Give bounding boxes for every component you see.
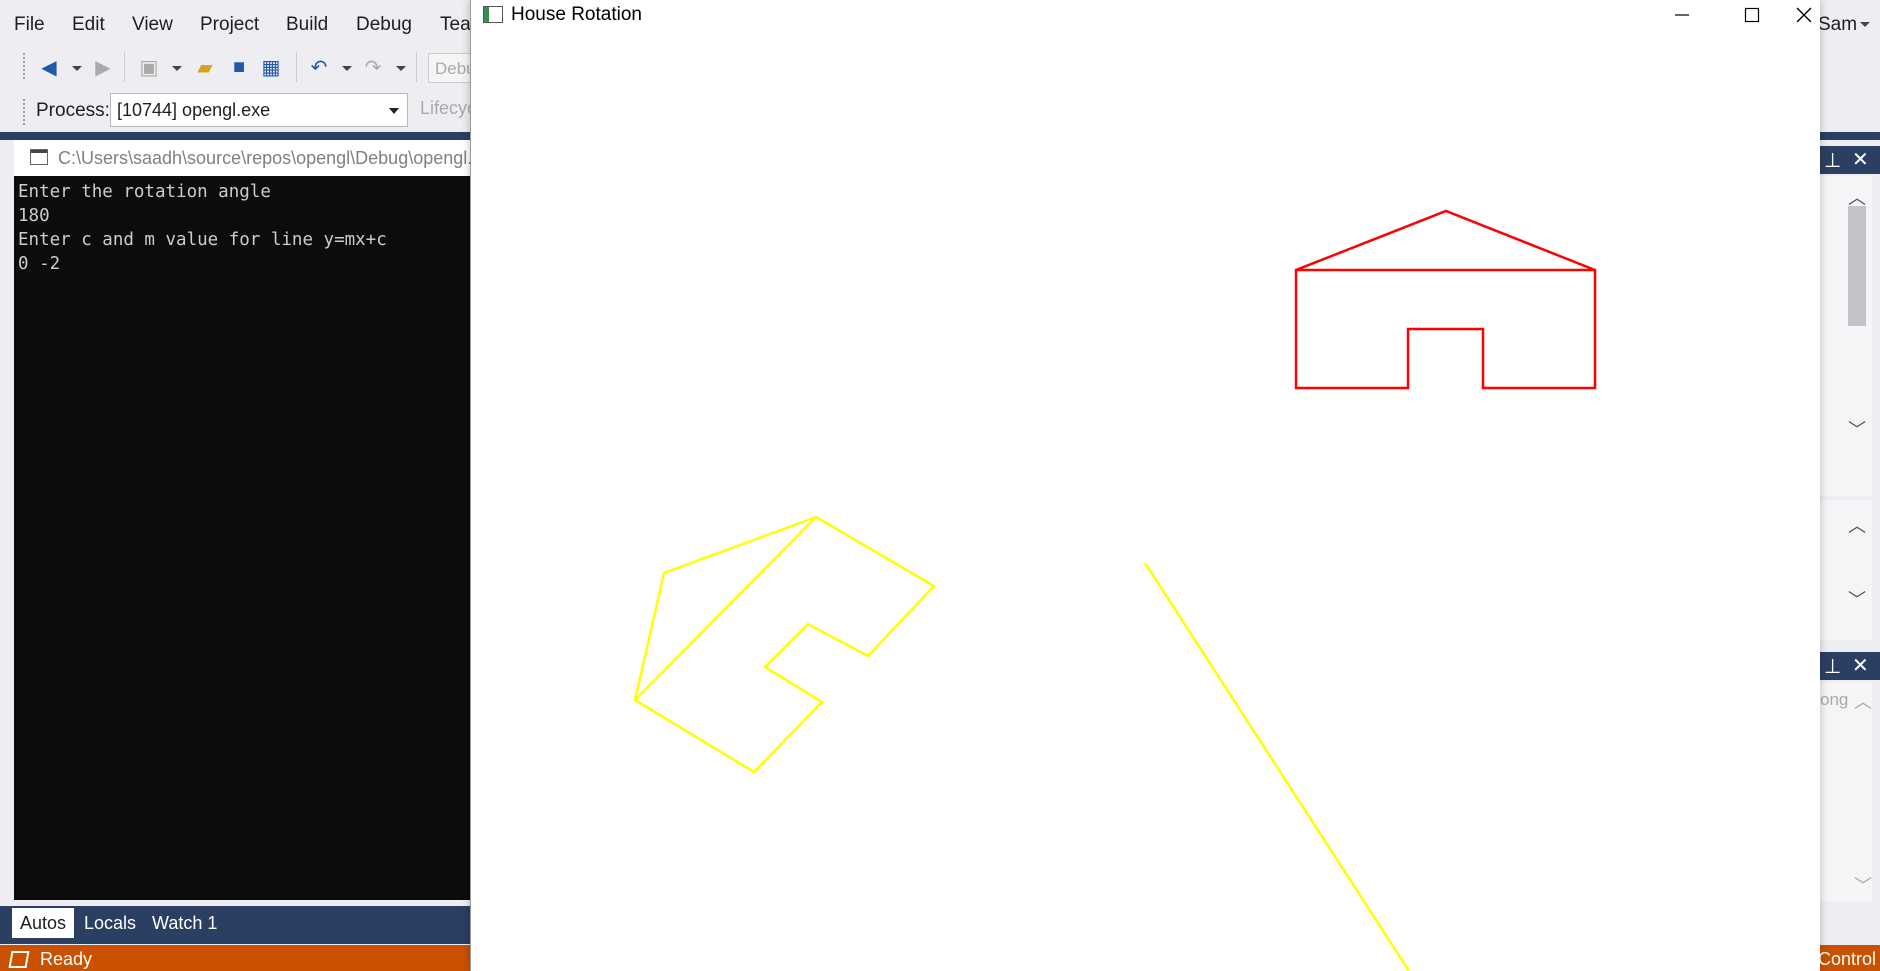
process-value: [10744] opengl.exe [117,100,271,120]
console-output: Enter the rotation angle 180 Enter c and m… [18,180,387,276]
process-combo[interactable]: [10744] opengl.exe [110,93,408,127]
console-line: Enter c and m value for line y=mx+c [18,230,387,250]
redo-dropdown-icon[interactable] [396,66,406,71]
original-house [1294,209,1597,390]
panel-text: ong [1820,690,1849,709]
pin-icon[interactable]: ⊥ [1824,654,1841,679]
user-name[interactable]: Sam [1818,14,1857,36]
output-panel: ong ︿ ﹀ [1818,682,1872,902]
scroll-up-icon[interactable]: ︿ [1854,688,1872,714]
back-dropdown-icon[interactable] [72,66,82,71]
panel-header: ⊥ ✕ [1818,652,1880,680]
maximize-icon [1744,7,1760,23]
console-line: 180 [18,206,50,226]
undo-dropdown-icon[interactable] [342,66,352,71]
forward-icon[interactable]: ▶ [90,54,116,80]
menu-view[interactable]: View [132,14,173,36]
redo-icon[interactable]: ↷ [360,54,386,80]
back-icon[interactable]: ◀ [36,54,62,80]
scroll-up-icon[interactable]: ︿ [1848,512,1866,538]
close-button[interactable] [1787,0,1820,30]
tab-autos[interactable]: Autos [12,908,75,938]
scroll-down-icon[interactable]: ﹀ [1848,586,1866,612]
menu-project[interactable]: Project [200,14,259,36]
toolbar-separator [124,52,125,82]
panel-header: ⊥ ✕ [1818,146,1880,174]
new-dropdown-icon[interactable] [172,66,182,71]
menu-debug[interactable]: Debug [356,14,412,36]
close-icon[interactable]: ✕ [1852,653,1869,678]
toolbar-grip[interactable] [22,52,26,80]
reflected-house [633,515,936,774]
status-icon [8,951,30,968]
toolbar-grip[interactable] [22,98,26,126]
undo-icon[interactable]: ↶ [306,54,332,80]
close-icon [1796,7,1811,23]
save-icon[interactable]: ■ [226,54,252,80]
house-rotation-window[interactable]: House Rotation [470,0,1820,971]
save-all-icon[interactable]: ▦ [258,54,284,80]
console-title: C:\Users\saadh\source\repos\opengl\Debug… [58,148,502,168]
console-icon [30,149,48,165]
properties-panel: ︿ ﹀ [1818,176,1872,496]
new-project-icon[interactable]: ▣ [136,54,162,80]
console-line: Enter the rotation angle [18,182,271,202]
user-dropdown-icon[interactable] [1860,22,1870,27]
open-folder-icon[interactable]: ▰ [192,54,218,80]
toolbar-separator [416,52,417,82]
status-text: Ready [40,949,93,969]
pin-icon[interactable]: ⊥ [1824,148,1841,173]
toolbar-separator [296,52,297,82]
process-label: Process: [36,100,110,121]
scrollbar-thumb[interactable] [1848,206,1866,326]
scroll-down-icon[interactable]: ﹀ [1848,416,1866,442]
reflection-line [1143,562,1411,971]
tab-locals[interactable]: Locals [76,908,144,938]
chevron-down-icon[interactable] [389,108,399,114]
menu-edit[interactable]: Edit [72,14,105,36]
window-app-icon [483,6,503,23]
menu-build[interactable]: Build [286,14,328,36]
status-right-text[interactable]: Control [1818,949,1876,970]
opengl-canvas [633,209,1597,971]
solution-config-combo[interactable]: Debug [428,53,485,83]
console-titlebar[interactable]: C:\Users\saadh\source\repos\opengl\Debug… [14,140,501,176]
close-icon[interactable]: ✕ [1852,147,1869,172]
window-title: House Rotation [511,4,642,25]
tab-watch-1[interactable]: Watch 1 [144,908,225,938]
minimize-button[interactable] [1647,0,1717,30]
scroll-down-icon[interactable]: ﹀ [1854,872,1872,898]
console-line: 0 -2 [18,254,61,274]
solution-panel: ︿ ﹀ [1818,500,1872,640]
maximize-button[interactable] [1717,0,1787,30]
minimize-icon [1675,14,1689,16]
menu-file[interactable]: File [14,14,45,36]
